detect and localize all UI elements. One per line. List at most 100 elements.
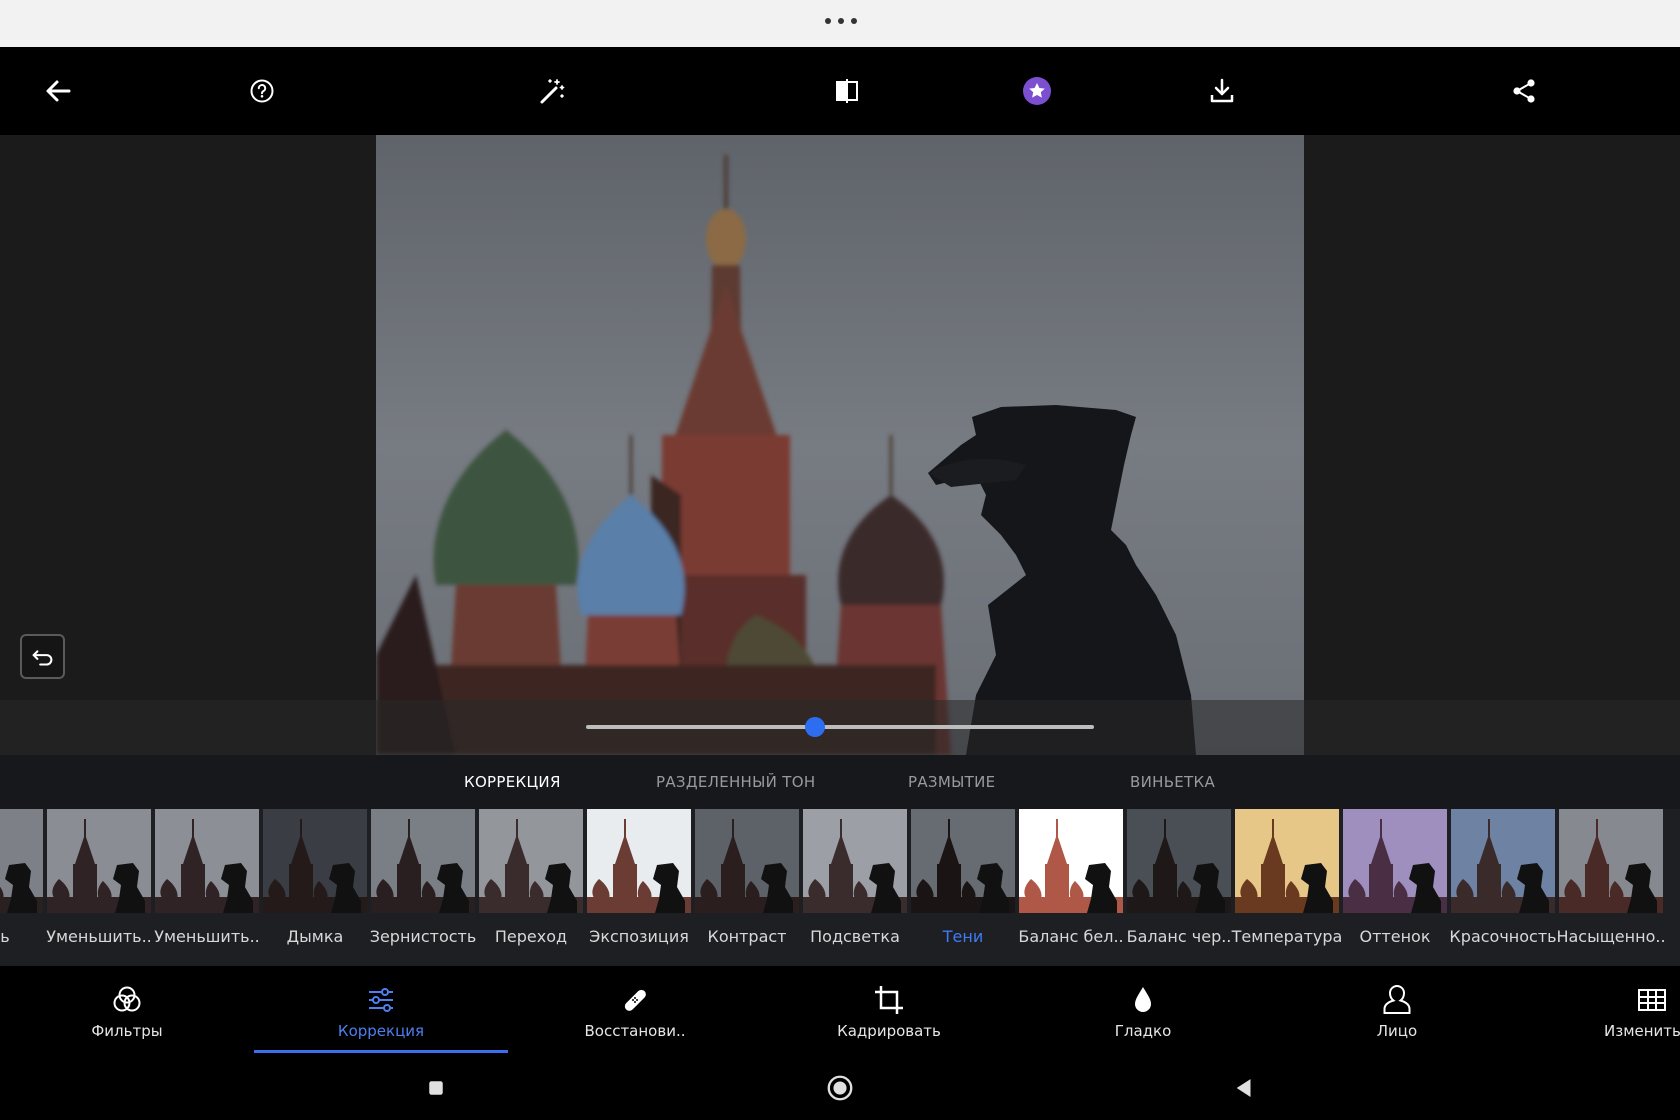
preset-item[interactable]: Тени xyxy=(911,809,1015,966)
preset-label: ость xyxy=(0,927,10,946)
bandage-icon xyxy=(624,989,646,1011)
preset-label: Уменьшить.. xyxy=(46,927,152,946)
subtab-split-tone[interactable]: РАЗДЕЛЕННЫЙ ТОН xyxy=(656,773,815,791)
adjustment-presets-strip: ость Уменьшить..Уменьшить.. Дымка Зернистос… xyxy=(0,809,1680,966)
preset-item[interactable]: Уменьшить.. xyxy=(154,809,260,966)
preset-label: Дымка xyxy=(286,927,344,946)
preset-thumbnail xyxy=(1559,809,1663,913)
preset-preview-image xyxy=(803,809,907,913)
preset-label: Уменьшить.. xyxy=(154,927,260,946)
preset-item[interactable]: Уменьшить.. xyxy=(46,809,152,966)
bottom-navigation: Фильтры Коррекция Восстанови.. Кадрирова… xyxy=(0,966,1680,1054)
compare-button[interactable] xyxy=(823,67,871,115)
preset-preview-image xyxy=(911,809,1015,913)
adjustment-subtabs: КОРРЕКЦИЯ РАЗДЕЛЕННЫЙ ТОН РАЗМЫТИЕ ВИНЬЕ… xyxy=(0,755,1680,809)
nav-item-face[interactable]: Лицо xyxy=(1270,966,1524,1054)
editor-canvas xyxy=(0,135,1680,755)
nav-item-transform[interactable]: Изменить xyxy=(1524,966,1680,1054)
preset-thumbnail xyxy=(695,809,799,913)
preset-label: Контраст xyxy=(707,927,787,946)
undo-icon xyxy=(32,649,52,665)
status-bar xyxy=(0,0,1680,47)
preset-label: Оттенок xyxy=(1359,927,1431,946)
preset-thumbnail xyxy=(1451,809,1555,913)
back-button[interactable] xyxy=(34,67,82,115)
preset-thumbnail xyxy=(0,809,43,913)
preset-item[interactable]: Переход xyxy=(479,809,583,966)
subtab-blur[interactable]: РАЗМЫТИЕ xyxy=(908,773,995,791)
crop-icon xyxy=(875,986,903,1014)
preset-thumbnail xyxy=(911,809,1015,913)
preset-item[interactable]: Подсветка xyxy=(803,809,907,966)
preset-thumbnail xyxy=(1235,809,1339,913)
preset-item[interactable]: Красочность xyxy=(1449,809,1557,966)
download-button[interactable] xyxy=(1198,67,1246,115)
preset-item[interactable]: Насыщенно.. xyxy=(1556,809,1666,966)
preset-preview-image xyxy=(155,809,259,913)
share-button[interactable] xyxy=(1500,67,1548,115)
nav-label: Фильтры xyxy=(91,1022,163,1040)
preset-preview-image xyxy=(0,809,43,913)
cathedral-soldier-photo xyxy=(376,135,1304,755)
preset-thumbnail xyxy=(1343,809,1447,913)
preset-thumbnail xyxy=(1127,809,1231,913)
nav-label: Лицо xyxy=(1376,1022,1418,1040)
nav-item-heal[interactable]: Восстанови.. xyxy=(508,966,762,1054)
preset-label: Баланс бел.. xyxy=(1018,927,1124,946)
triangle-back-icon xyxy=(1236,1079,1251,1097)
adjustment-slider-track[interactable] xyxy=(586,725,1094,729)
nav-label: Восстанови.. xyxy=(584,1022,686,1040)
preset-item[interactable]: Температура xyxy=(1232,809,1342,966)
sliders-icon xyxy=(369,988,393,1012)
preset-item[interactable]: ость xyxy=(0,809,43,966)
premium-button[interactable] xyxy=(1013,67,1061,115)
recents-button[interactable] xyxy=(420,1072,452,1104)
system-back-button[interactable] xyxy=(1228,1072,1260,1104)
top-toolbar xyxy=(0,47,1680,135)
edited-photo xyxy=(376,135,1304,755)
nav-item-smooth[interactable]: Гладко xyxy=(1016,966,1270,1054)
preset-item[interactable]: Баланс бел.. xyxy=(1018,809,1124,966)
nav-item-correction[interactable]: Коррекция xyxy=(254,966,508,1054)
preset-preview-image xyxy=(479,809,583,913)
drop-icon xyxy=(1135,987,1151,1012)
preset-label: Экспозиция xyxy=(589,927,689,946)
filters-icon xyxy=(113,986,141,1012)
home-button[interactable] xyxy=(824,1072,856,1104)
active-tab-indicator xyxy=(254,1050,508,1053)
preset-item[interactable]: Дымка xyxy=(263,809,367,966)
undo-button[interactable] xyxy=(20,634,65,679)
auto-fix-button[interactable] xyxy=(528,67,576,115)
preset-item[interactable]: Баланс чер.. xyxy=(1127,809,1231,966)
magic-wand-icon xyxy=(540,79,565,104)
preset-thumbnail xyxy=(371,809,475,913)
system-navigation-bar xyxy=(0,1054,1680,1120)
preset-thumbnail xyxy=(803,809,907,913)
subtab-vignette[interactable]: ВИНЬЕТКА xyxy=(1130,773,1215,791)
nav-item-filters[interactable]: Фильтры xyxy=(0,966,254,1054)
preset-preview-image xyxy=(263,809,367,913)
preset-preview-image xyxy=(587,809,691,913)
preset-label: Красочность xyxy=(1449,927,1557,946)
preset-item[interactable]: Зернистость xyxy=(370,809,476,966)
nav-label: Гладко xyxy=(1114,1022,1172,1040)
preset-item[interactable]: Экспозиция xyxy=(587,809,691,966)
preset-preview-image xyxy=(1235,809,1339,913)
preset-label: Переход xyxy=(494,927,568,946)
preset-label: Подсветка xyxy=(810,927,900,946)
adjustment-slider-thumb[interactable] xyxy=(804,717,825,737)
help-button[interactable] xyxy=(238,67,286,115)
preset-label: Баланс чер.. xyxy=(1126,927,1232,946)
nav-item-crop[interactable]: Кадрировать xyxy=(762,966,1016,1054)
preset-item[interactable]: Контраст xyxy=(695,809,799,966)
preset-label: Насыщенно.. xyxy=(1556,927,1666,946)
preset-preview-image xyxy=(371,809,475,913)
preset-item[interactable]: Оттенок xyxy=(1343,809,1447,966)
arrow-left-icon xyxy=(46,80,71,102)
more-dots-icon[interactable] xyxy=(825,18,857,28)
nav-label: Кадрировать xyxy=(837,1022,941,1040)
preset-thumbnail xyxy=(155,809,259,913)
preset-preview-image xyxy=(47,809,151,913)
subtab-correction[interactable]: КОРРЕКЦИЯ xyxy=(464,773,561,791)
preset-thumbnail xyxy=(479,809,583,913)
